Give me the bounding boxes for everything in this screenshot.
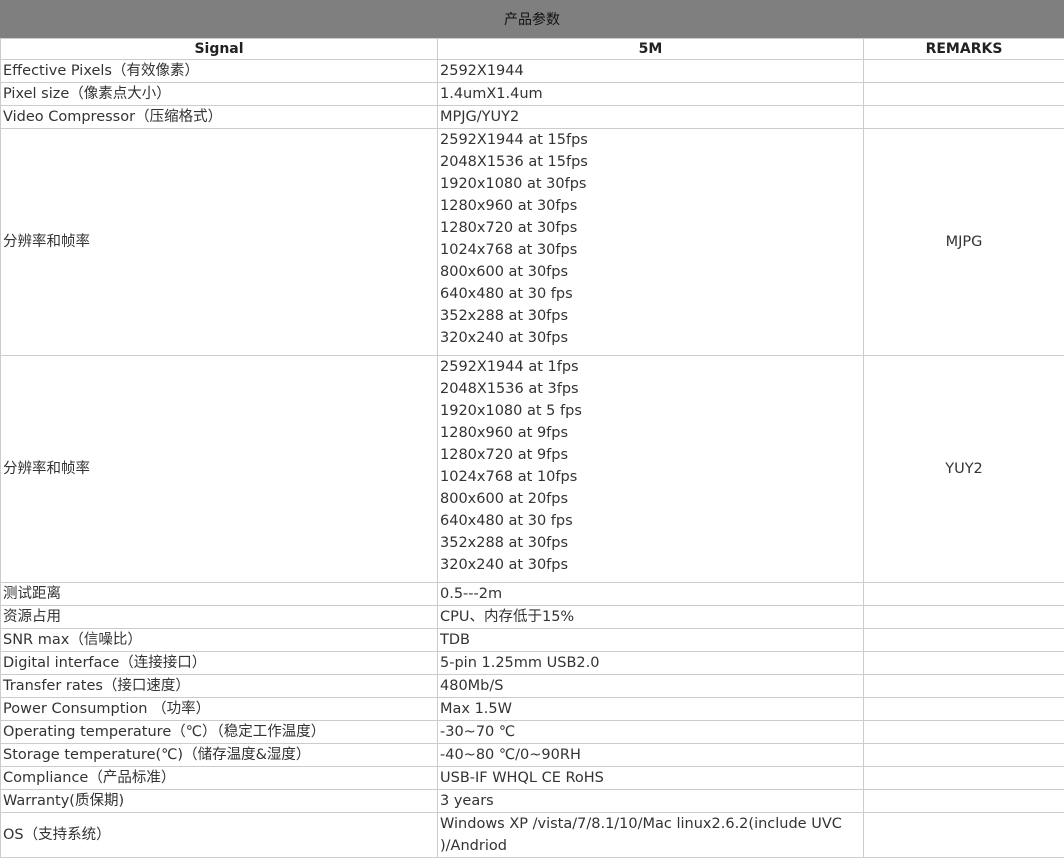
row-label: Storage temperature(℃)（储存温度&湿度） bbox=[1, 744, 438, 767]
resolution-line: 320x240 at 30fps bbox=[440, 327, 863, 349]
resolution-list: 2592X1944 at 15fps 2048X1536 at 15fps 19… bbox=[438, 129, 864, 356]
os-row: OS（支持系统） Windows XP /vista/7/8.1/10/Mac … bbox=[1, 813, 1064, 858]
resolution-line: 1280x720 at 30fps bbox=[440, 217, 863, 239]
table-row: Power Consumption （功率） Max 1.5W bbox=[1, 698, 1064, 721]
row-remark bbox=[864, 790, 1064, 813]
table-row: SNR max（信噪比） TDB bbox=[1, 629, 1064, 652]
row-label: Video Compressor（压缩格式） bbox=[1, 106, 438, 129]
row-value: TDB bbox=[438, 629, 864, 652]
table-row: Video Compressor（压缩格式） MPJG/YUY2 bbox=[1, 106, 1064, 129]
row-value: MPJG/YUY2 bbox=[438, 106, 864, 129]
row-value: -40~80 ℃/0~90RH bbox=[438, 744, 864, 767]
row-label: SNR max（信噪比） bbox=[1, 629, 438, 652]
resolution-line: 352x288 at 30fps bbox=[440, 305, 863, 327]
table-title-banner: 产品参数 bbox=[0, 0, 1064, 38]
resolution-line: 1920x1080 at 5 fps bbox=[440, 400, 863, 422]
table-row: Operating temperature（℃）（稳定工作温度） -30~70 … bbox=[1, 721, 1064, 744]
row-label: 分辨率和帧率 bbox=[1, 356, 438, 583]
row-remark bbox=[864, 652, 1064, 675]
row-value: 1.4umX1.4um bbox=[438, 83, 864, 106]
table-row: Storage temperature(℃)（储存温度&湿度） -40~80 ℃… bbox=[1, 744, 1064, 767]
row-label: 测试距离 bbox=[1, 583, 438, 606]
resolution-line: 1024x768 at 30fps bbox=[440, 239, 863, 261]
row-label: OS（支持系统） bbox=[1, 813, 438, 858]
row-value: 5-pin 1.25mm USB2.0 bbox=[438, 652, 864, 675]
row-label: Pixel size（像素点大小） bbox=[1, 83, 438, 106]
row-remark: MJPG bbox=[864, 129, 1064, 356]
row-value: 3 years bbox=[438, 790, 864, 813]
resolution-line: 1280x720 at 9fps bbox=[440, 444, 863, 466]
resolution-line: 1280x960 at 30fps bbox=[440, 195, 863, 217]
row-remark bbox=[864, 744, 1064, 767]
row-label: Digital interface（连接接口） bbox=[1, 652, 438, 675]
resolution-line: 2048X1536 at 3fps bbox=[440, 378, 863, 400]
resolution-list: 2592X1944 at 1fps 2048X1536 at 3fps 1920… bbox=[438, 356, 864, 583]
row-label: 分辨率和帧率 bbox=[1, 129, 438, 356]
mjpg-resolution-row: 分辨率和帧率 2592X1944 at 15fps 2048X1536 at 1… bbox=[1, 129, 1064, 356]
table-row: Compliance（产品标准） USB-IF WHQL CE RoHS bbox=[1, 767, 1064, 790]
row-label: Transfer rates（接口速度） bbox=[1, 675, 438, 698]
resolution-line: 2592X1944 at 15fps bbox=[440, 129, 863, 151]
resolution-line: 320x240 at 30fps bbox=[440, 554, 863, 576]
resolution-line: 800x600 at 30fps bbox=[440, 261, 863, 283]
header-remarks: REMARKS bbox=[864, 39, 1064, 60]
table-row: Effective Pixels（有效像素） 2592X1944 bbox=[1, 60, 1064, 83]
row-remark bbox=[864, 629, 1064, 652]
row-label: Power Consumption （功率） bbox=[1, 698, 438, 721]
row-remark bbox=[864, 83, 1064, 106]
table-row: Digital interface（连接接口） 5-pin 1.25mm USB… bbox=[1, 652, 1064, 675]
row-remark bbox=[864, 606, 1064, 629]
row-value: 0.5---2m bbox=[438, 583, 864, 606]
header-signal: Signal bbox=[1, 39, 438, 60]
resolution-line: 1024x768 at 10fps bbox=[440, 466, 863, 488]
table-row: Pixel size（像素点大小） 1.4umX1.4um bbox=[1, 83, 1064, 106]
header-5m: 5M bbox=[438, 39, 864, 60]
row-value: Windows XP /vista/7/8.1/10/Mac linux2.6.… bbox=[438, 813, 864, 858]
row-label: Operating temperature（℃）（稳定工作温度） bbox=[1, 721, 438, 744]
resolution-line: 640x480 at 30 fps bbox=[440, 283, 863, 305]
row-value: 2592X1944 bbox=[438, 60, 864, 83]
row-remark bbox=[864, 767, 1064, 790]
row-remark: YUY2 bbox=[864, 356, 1064, 583]
row-value: -30~70 ℃ bbox=[438, 721, 864, 744]
spec-page: 产品参数 Signal 5M REMARKS Effective Pixels（… bbox=[0, 0, 1064, 847]
row-remark bbox=[864, 675, 1064, 698]
row-remark bbox=[864, 106, 1064, 129]
table-row: 测试距离 0.5---2m bbox=[1, 583, 1064, 606]
row-remark bbox=[864, 60, 1064, 83]
resolution-line: 2048X1536 at 15fps bbox=[440, 151, 863, 173]
table-row: Warranty(质保期) 3 years bbox=[1, 790, 1064, 813]
resolution-line: 1280x960 at 9fps bbox=[440, 422, 863, 444]
row-remark bbox=[864, 813, 1064, 858]
resolution-line: 2592X1944 at 1fps bbox=[440, 356, 863, 378]
row-remark bbox=[864, 583, 1064, 606]
table-row: 资源占用 CPU、内存低于15% bbox=[1, 606, 1064, 629]
resolution-line: 640x480 at 30 fps bbox=[440, 510, 863, 532]
table-row: Transfer rates（接口速度） 480Mb/S bbox=[1, 675, 1064, 698]
row-value: USB-IF WHQL CE RoHS bbox=[438, 767, 864, 790]
row-value: CPU、内存低于15% bbox=[438, 606, 864, 629]
row-value: 480Mb/S bbox=[438, 675, 864, 698]
row-label: Warranty(质保期) bbox=[1, 790, 438, 813]
spec-table: Signal 5M REMARKS Effective Pixels（有效像素）… bbox=[0, 38, 1064, 858]
row-remark bbox=[864, 721, 1064, 744]
row-label: Effective Pixels（有效像素） bbox=[1, 60, 438, 83]
row-label: Compliance（产品标准） bbox=[1, 767, 438, 790]
row-remark bbox=[864, 698, 1064, 721]
resolution-line: 352x288 at 30fps bbox=[440, 532, 863, 554]
table-title: 产品参数 bbox=[504, 9, 560, 29]
row-value: Max 1.5W bbox=[438, 698, 864, 721]
yuy2-resolution-row: 分辨率和帧率 2592X1944 at 1fps 2048X1536 at 3f… bbox=[1, 356, 1064, 583]
header-row: Signal 5M REMARKS bbox=[1, 39, 1064, 60]
resolution-line: 800x600 at 20fps bbox=[440, 488, 863, 510]
row-label: 资源占用 bbox=[1, 606, 438, 629]
resolution-line: 1920x1080 at 30fps bbox=[440, 173, 863, 195]
